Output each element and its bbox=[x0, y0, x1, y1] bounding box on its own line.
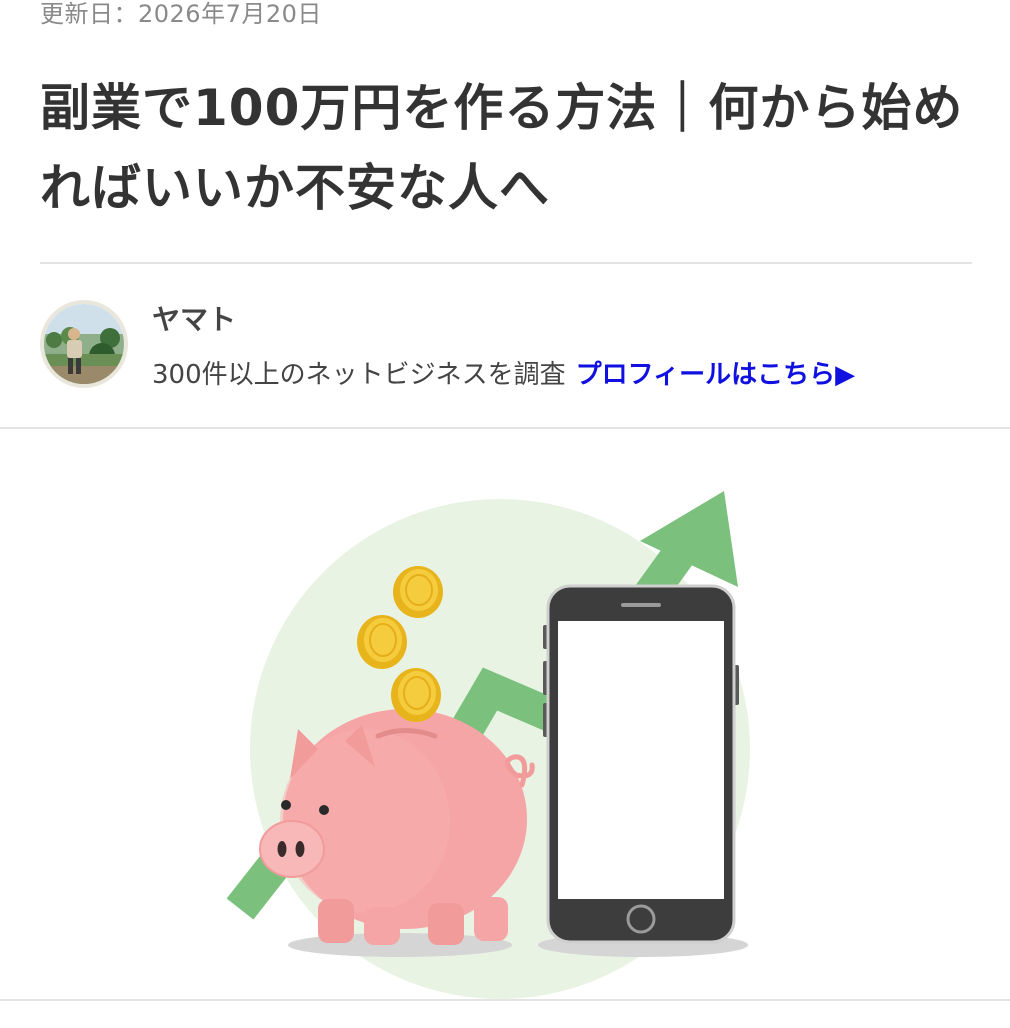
divider bbox=[40, 262, 972, 264]
piggy-bank-icon bbox=[259, 709, 535, 945]
updated-date: 更新日：2026年7月20日 bbox=[40, 0, 322, 28]
smartphone-icon bbox=[543, 584, 739, 944]
hero-image bbox=[0, 429, 1010, 999]
coin-icon bbox=[357, 615, 407, 669]
coin-icon bbox=[391, 668, 441, 722]
article-title: 副業で100万円を作る方法｜何から始めればいいか不安な人へ bbox=[40, 79, 964, 217]
author-description: 300件以上のネットビジネスを調査 bbox=[152, 360, 566, 390]
profile-link[interactable]: プロフィールはこちら▶ bbox=[576, 360, 855, 390]
author-name: ヤマト bbox=[152, 303, 237, 336]
divider bbox=[0, 999, 1010, 1001]
author-avatar[interactable] bbox=[40, 300, 128, 388]
piggy-bank-illustration bbox=[226, 491, 750, 999]
coin-icon bbox=[393, 566, 443, 618]
avatar-photo-icon bbox=[44, 304, 124, 384]
author-bio-row: 300件以上のネットビジネスを調査 プロフィールはこちら▶ bbox=[152, 354, 855, 391]
